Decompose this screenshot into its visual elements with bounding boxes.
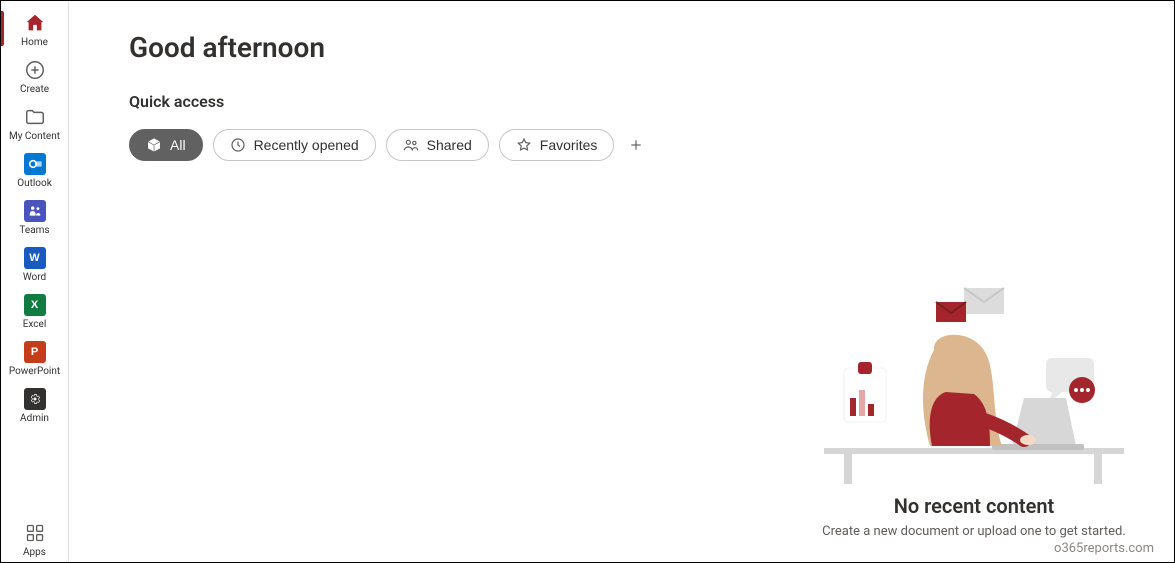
sidebar-item-label: Outlook bbox=[17, 178, 52, 189]
main-content: Good afternoon Quick access All Recently… bbox=[69, 1, 1174, 562]
sidebar-item-my-content[interactable]: My Content bbox=[1, 99, 68, 146]
quick-access-heading: Quick access bbox=[129, 92, 1114, 111]
word-icon: W bbox=[23, 246, 47, 270]
sidebar-item-apps[interactable]: Apps bbox=[1, 515, 68, 562]
pill-label: Recently opened bbox=[254, 137, 359, 153]
empty-state-subtitle: Create a new document or upload one to g… bbox=[794, 524, 1154, 539]
pill-label: All bbox=[170, 137, 186, 153]
sidebar-item-teams[interactable]: Teams bbox=[1, 193, 68, 240]
sidebar-item-label: Apps bbox=[23, 547, 46, 558]
home-icon bbox=[23, 11, 47, 35]
sidebar-item-label: Excel bbox=[23, 319, 47, 330]
sidebar-item-label: Word bbox=[23, 272, 46, 283]
folder-icon bbox=[23, 105, 47, 129]
sidebar-item-outlook[interactable]: Outlook bbox=[1, 146, 68, 193]
pill-label: Favorites bbox=[540, 137, 598, 153]
sidebar-item-label: Create bbox=[20, 84, 49, 95]
clock-icon bbox=[230, 137, 246, 153]
cube-icon bbox=[146, 137, 162, 153]
sidebar-item-home[interactable]: Home bbox=[1, 5, 68, 52]
pill-label: Shared bbox=[427, 137, 472, 153]
sidebar-item-label: Admin bbox=[20, 413, 49, 424]
watermark-text: o365reports.com bbox=[794, 541, 1154, 556]
teams-icon bbox=[23, 199, 47, 223]
sidebar-item-word[interactable]: W Word bbox=[1, 240, 68, 287]
powerpoint-icon: P bbox=[23, 340, 47, 364]
apps-icon bbox=[23, 521, 47, 545]
filter-pill-recently-opened[interactable]: Recently opened bbox=[213, 129, 376, 161]
admin-icon bbox=[23, 387, 47, 411]
people-icon bbox=[403, 137, 419, 153]
empty-illustration bbox=[814, 268, 1134, 488]
filter-pill-favorites[interactable]: Favorites bbox=[499, 129, 615, 161]
sidebar-item-label: My Content bbox=[9, 131, 60, 142]
sidebar-item-powerpoint[interactable]: P PowerPoint bbox=[1, 334, 68, 381]
quick-access-filters: All Recently opened Shared Favorites bbox=[129, 129, 1114, 161]
filter-pill-all[interactable]: All bbox=[129, 129, 203, 161]
filter-pill-shared[interactable]: Shared bbox=[386, 129, 489, 161]
sidebar-item-create[interactable]: Create bbox=[1, 52, 68, 99]
sidebar: Home Create My Content Outlook bbox=[1, 1, 69, 562]
add-filter-button[interactable] bbox=[624, 133, 648, 157]
excel-icon: X bbox=[23, 293, 47, 317]
sidebar-item-admin[interactable]: Admin bbox=[1, 381, 68, 428]
empty-state: No recent content Create a new document … bbox=[794, 268, 1154, 556]
sidebar-item-label: PowerPoint bbox=[9, 366, 60, 377]
page-title: Good afternoon bbox=[129, 31, 1114, 64]
create-icon bbox=[23, 58, 47, 82]
sidebar-item-label: Teams bbox=[19, 225, 49, 236]
empty-state-title: No recent content bbox=[794, 494, 1154, 518]
outlook-icon bbox=[23, 152, 47, 176]
sidebar-item-excel[interactable]: X Excel bbox=[1, 287, 68, 334]
sidebar-item-label: Home bbox=[21, 37, 48, 48]
star-icon bbox=[516, 137, 532, 153]
